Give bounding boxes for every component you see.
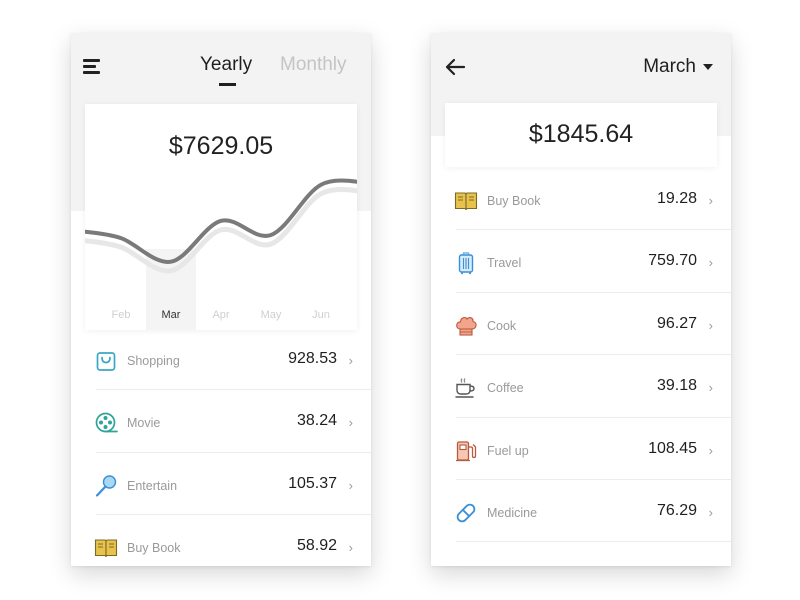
tab-yearly[interactable]: Yearly	[200, 54, 252, 76]
category-label: Fuel up	[487, 443, 529, 458]
category-row-cook[interactable]: Cook 96.27 ›	[431, 293, 731, 356]
category-label: Shopping	[127, 354, 180, 368]
category-label: Cook	[487, 318, 517, 333]
category-amount: 38.24	[296, 412, 337, 430]
category-label: Medicine	[487, 505, 538, 520]
category-amount: 759.70	[648, 252, 697, 270]
category-label: Buy Book	[487, 194, 541, 208]
category-label: Travel	[487, 256, 522, 271]
category-row-buy-book[interactable]: Buy Book 19.28 ›	[431, 168, 731, 231]
month-dropdown-label: March	[643, 56, 696, 77]
monthly-header: March	[431, 33, 731, 103]
month-dropdown[interactable]: March	[643, 55, 713, 79]
chevron-right-icon: ›	[708, 317, 713, 333]
pill-icon	[454, 501, 478, 525]
category-label: Entertain	[127, 478, 178, 493]
chevron-right-icon: ›	[348, 477, 353, 493]
chevron-right-icon: ›	[708, 380, 713, 396]
fuel-pump-icon	[454, 439, 478, 463]
category-amount: 58.92	[296, 537, 337, 555]
chevron-right-icon: ›	[348, 540, 353, 556]
chevron-right-icon: ›	[348, 415, 353, 431]
chevron-right-icon: ›	[708, 193, 713, 208]
film-reel-icon	[94, 411, 118, 435]
category-row-shopping[interactable]: Shopping 928.53 ›	[71, 328, 371, 391]
yearly-total: $7629.05	[168, 132, 274, 160]
yearly-header: Yearly Monthly	[71, 33, 371, 103]
category-row-buy-book[interactable]: Buy Book 58.92 ›	[71, 515, 371, 566]
category-label: Buy Book	[127, 541, 181, 556]
suitcase-icon	[454, 251, 478, 275]
category-row-coffee[interactable]: Coffee 39.18 ›	[431, 355, 731, 418]
category-amount: 96.27	[656, 314, 697, 332]
chevron-right-icon: ›	[708, 504, 713, 520]
caret-down-icon	[703, 64, 713, 70]
category-amount: 928.53	[288, 350, 337, 367]
line-shadow	[85, 186, 357, 274]
category-row-movie[interactable]: Movie 38.24 ›	[71, 390, 371, 454]
tab-monthly[interactable]: Monthly	[280, 54, 347, 76]
monthly-screen: March $1845.64 Buy Book 19.28 › Travel 759.7…	[431, 33, 731, 566]
chevron-right-icon: ›	[348, 353, 353, 368]
hamburger-menu-icon[interactable]	[83, 57, 103, 75]
category-row-medicine[interactable]: Medicine 76.29 ›	[431, 480, 731, 543]
yearly-chart-card: Feb Mar Apr May Jun $7629.05	[85, 104, 357, 330]
gift-icon	[454, 563, 478, 566]
book-icon	[94, 536, 118, 560]
category-amount: 39.18	[656, 377, 697, 395]
monthly-category-list: Buy Book 19.28 › Travel 759.70 › Cook 96.27 › Cof…	[431, 168, 731, 566]
microphone-icon	[94, 474, 118, 498]
category-label: Coffee	[487, 381, 524, 396]
category-amount: 19.28	[656, 190, 697, 207]
category-amount: 76.29	[656, 501, 697, 519]
yearly-category-list: Shopping 928.53 › Movie 38.24 › Entertain 105.3…	[71, 328, 371, 566]
shopping-bag-icon	[94, 349, 118, 373]
category-row-entertain[interactable]: Entertain 105.37 ›	[71, 453, 371, 516]
book-icon	[454, 189, 478, 213]
category-amount: 108.45	[648, 439, 697, 457]
category-label: Movie	[127, 416, 161, 431]
category-amount: 105.37	[288, 474, 337, 492]
back-arrow-icon[interactable]	[443, 55, 467, 84]
category-row-travel[interactable]: Travel 759.70 ›	[431, 230, 731, 294]
yearly-screen: Yearly Monthly Feb Mar Apr May Jun $7629.05 …	[71, 33, 371, 566]
chevron-right-icon: ›	[708, 255, 713, 271]
coffee-cup-icon	[454, 376, 478, 400]
monthly-total-card: $1845.64	[445, 103, 717, 167]
chevron-right-icon: ›	[708, 442, 713, 458]
active-tab-indicator	[219, 83, 236, 86]
monthly-total: $1845.64	[528, 120, 634, 148]
category-row-fuel-up[interactable]: Fuel up 108.45 ›	[431, 418, 731, 481]
chef-hat-icon	[454, 314, 478, 338]
category-row-more[interactable]	[431, 542, 731, 566]
